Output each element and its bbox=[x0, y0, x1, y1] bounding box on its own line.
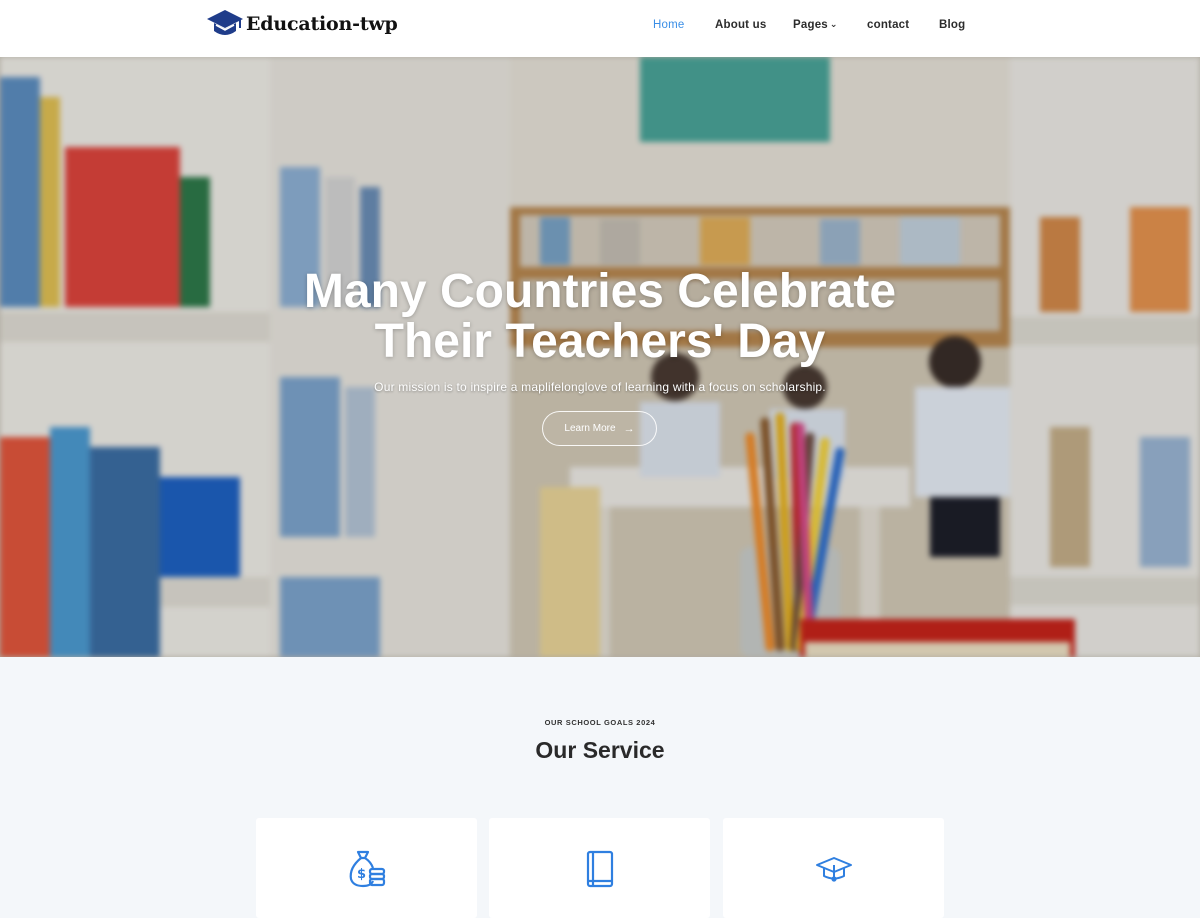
services-section: OUR SCHOOL GOALS 2024 Our Service $ bbox=[0, 657, 1200, 918]
money-bag-coins-icon: $ bbox=[349, 850, 385, 888]
section-title: Our Service bbox=[535, 737, 665, 763]
nav-item-home[interactable]: Home bbox=[653, 19, 684, 31]
nav-item-about[interactable]: About us bbox=[715, 19, 766, 31]
arrow-right-icon: → bbox=[623, 422, 635, 435]
service-card[interactable] bbox=[723, 818, 944, 918]
learn-more-button[interactable]: Learn More → bbox=[542, 411, 657, 446]
section-eyebrow: OUR SCHOOL GOALS 2024 bbox=[544, 718, 656, 727]
site-header: Education-twp Home About us Pages ⌄ conta… bbox=[0, 0, 1200, 57]
hero-title-line2: Their Teachers' Day bbox=[374, 315, 826, 368]
graduation-cap-logo-icon bbox=[207, 10, 243, 35]
hero-subtitle: Our mission is to inspire a maplifelongl… bbox=[374, 380, 826, 394]
nav-item-pages[interactable]: Pages ⌄ bbox=[793, 19, 838, 31]
nav-item-pages-label: Pages bbox=[793, 19, 828, 31]
nav-item-contact[interactable]: contact bbox=[867, 19, 909, 31]
learn-more-label: Learn More bbox=[564, 423, 616, 434]
graduation-cap-icon bbox=[815, 857, 852, 882]
book-icon bbox=[586, 850, 613, 888]
service-card[interactable] bbox=[489, 818, 710, 918]
brand-name: Education-twp bbox=[246, 13, 398, 35]
brand-logo[interactable]: Education-twp bbox=[206, 7, 398, 41]
hero-banner: Many Countries Celebrate Their Teachers'… bbox=[0, 57, 1200, 657]
service-card[interactable]: $ bbox=[256, 818, 477, 918]
hero-title-line1: Many Countries Celebrate bbox=[303, 265, 897, 318]
nav-item-blog[interactable]: Blog bbox=[939, 19, 965, 31]
chevron-down-icon: ⌄ bbox=[829, 19, 838, 29]
hero-title: Many Countries Celebrate Their Teachers'… bbox=[0, 267, 1200, 367]
svg-text:$: $ bbox=[357, 867, 366, 882]
